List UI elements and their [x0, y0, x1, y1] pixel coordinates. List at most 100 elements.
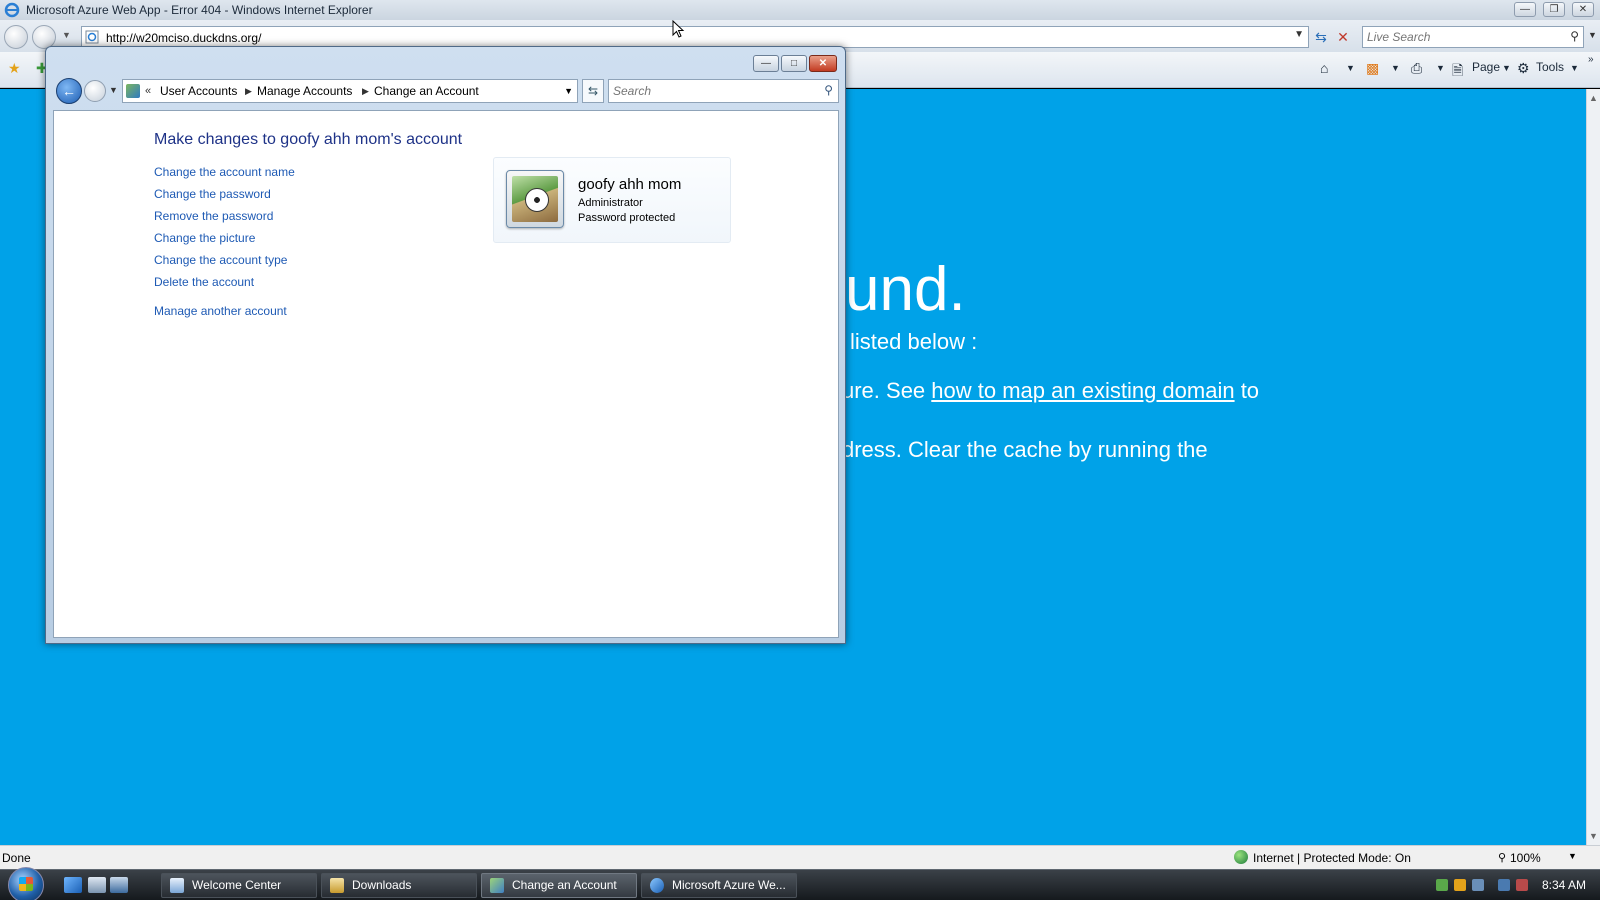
avatar — [506, 170, 564, 228]
page-title: Make changes to goofy ahh mom's account — [154, 131, 463, 148]
search-options-dropdown-icon[interactable]: ▼ — [1588, 30, 1597, 40]
chevron-more-icon[interactable]: » — [1588, 54, 1594, 65]
minimize-button[interactable]: — — [1514, 2, 1536, 17]
tray-security-icon[interactable] — [1436, 879, 1448, 891]
taskbar-button-internet-explorer[interactable]: Microsoft Azure We... — [641, 873, 797, 898]
back-arrow-icon[interactable]: ← — [56, 78, 82, 104]
tools-menu-button[interactable]: Tools — [1536, 60, 1564, 74]
address-field[interactable]: http://w20mciso.duckdns.org/ ▼ — [81, 26, 1309, 48]
quicklaunch-switch-windows-icon[interactable] — [110, 877, 128, 893]
taskbar-button-change-account[interactable]: Change an Account — [481, 873, 637, 898]
change-account-window: — □ ✕ ← ▼ « User Accounts ▶ Manage Accou… — [45, 46, 846, 644]
cp-navigation-bar: ← ▼ « User Accounts ▶ Manage Accounts ▶ … — [52, 77, 839, 107]
feeds-icon[interactable]: ▩ — [1366, 60, 1379, 77]
breadcrumb[interactable]: « User Accounts ▶ Manage Accounts ▶ Chan… — [122, 79, 578, 103]
tools-dropdown-icon[interactable]: ▼ — [1570, 63, 1579, 73]
breadcrumb-user-accounts[interactable]: User Accounts — [160, 80, 237, 102]
account-card: goofy ahh mom Administrator Password pro… — [493, 157, 731, 243]
breadcrumb-separator-icon[interactable]: ▶ — [362, 80, 369, 102]
cp-content-pane: Make changes to goofy ahh mom's account … — [53, 110, 839, 638]
restore-button[interactable]: ❐ — [1543, 2, 1565, 17]
breadcrumb-change-account[interactable]: Change an Account — [374, 80, 479, 102]
zoom-dropdown-icon[interactable]: ▼ — [1568, 851, 1577, 861]
system-tray: 8:34 AM — [1432, 870, 1600, 900]
recent-locations-dropdown-icon[interactable]: ▼ — [109, 85, 118, 95]
feeds-dropdown-icon[interactable]: ▼ — [1391, 63, 1400, 73]
breadcrumb-overflow-icon[interactable]: « — [145, 80, 151, 102]
close-button[interactable]: ✕ — [1572, 2, 1594, 17]
taskbar-button-downloads[interactable]: Downloads — [321, 873, 477, 898]
error-heading-fragment: und. — [845, 255, 966, 324]
print-dropdown-icon[interactable]: ▼ — [1436, 63, 1445, 73]
print-icon[interactable]: ⎙ — [1411, 60, 1422, 77]
tray-shield-icon[interactable] — [1454, 879, 1466, 891]
live-search-field[interactable]: ⚲ — [1362, 26, 1584, 48]
address-dropdown-icon[interactable]: ▼ — [1294, 29, 1304, 40]
zoom-level[interactable]: 100% — [1510, 851, 1541, 865]
map-domain-link[interactable]: how to map an existing domain — [931, 378, 1234, 403]
ie-title-bar: Microsoft Azure Web App - Error 404 - Wi… — [0, 0, 1600, 20]
quicklaunch-ie-icon[interactable] — [64, 877, 82, 893]
recent-pages-dropdown-icon[interactable]: ▼ — [62, 30, 71, 40]
cp-refresh-icon[interactable]: ⇆ — [582, 79, 604, 103]
cp-search-field[interactable]: ⚲ — [608, 79, 839, 103]
taskbar: Welcome Center Downloads Change an Accou… — [0, 867, 1600, 900]
zoom-magnifier-icon[interactable]: ⚲ — [1498, 851, 1506, 864]
clock[interactable]: 8:34 AM — [1542, 878, 1586, 892]
delete-account-link[interactable]: Delete the account — [154, 275, 254, 289]
cp-search-input[interactable] — [613, 83, 813, 99]
page-vertical-scrollbar[interactable]: ▲ ▼ — [1586, 89, 1600, 845]
page-menu-icon[interactable]: 🗎 — [1452, 60, 1463, 84]
breadcrumb-manage-accounts[interactable]: Manage Accounts — [257, 80, 352, 102]
search-icon[interactable]: ⚲ — [1570, 29, 1579, 43]
taskbar-button-label: Welcome Center — [192, 878, 282, 892]
cp-maximize-button[interactable]: □ — [781, 55, 807, 72]
change-password-link[interactable]: Change the password — [154, 187, 271, 201]
breadcrumb-dropdown-icon[interactable]: ▼ — [564, 80, 573, 102]
account-name: goofy ahh mom — [578, 176, 682, 193]
mouse-cursor-icon — [672, 20, 685, 38]
search-icon[interactable]: ⚲ — [824, 83, 833, 97]
favorites-star-icon[interactable]: ★ — [8, 60, 21, 77]
stop-icon[interactable]: ✕ — [1333, 27, 1353, 47]
control-panel-icon — [126, 84, 140, 98]
password-status: Password protected — [578, 212, 676, 224]
breadcrumb-separator-icon[interactable]: ▶ — [245, 80, 252, 102]
cp-minimize-button[interactable]: — — [753, 55, 779, 72]
security-zone-text[interactable]: Internet | Protected Mode: On — [1253, 851, 1411, 865]
change-account-name-link[interactable]: Change the account name — [154, 165, 295, 179]
folder-icon — [330, 878, 344, 893]
refresh-icon[interactable]: ⇆ — [1311, 27, 1331, 47]
error-text-line-2-suffix: to — [1234, 378, 1260, 403]
tray-app-icon[interactable] — [1472, 879, 1484, 891]
tools-gear-icon[interactable]: ⚙ — [1517, 60, 1530, 77]
taskbar-button-label: Downloads — [352, 878, 412, 892]
start-button[interactable] — [8, 867, 44, 900]
internet-explorer-icon — [4, 2, 20, 18]
change-picture-link[interactable]: Change the picture — [154, 231, 255, 245]
page-menu-button[interactable]: Page — [1472, 60, 1500, 74]
status-text: Done — [2, 851, 31, 865]
error-text-line-2-prefix: ure. See — [842, 378, 932, 403]
remove-password-link[interactable]: Remove the password — [154, 209, 273, 223]
tray-volume-muted-icon[interactable] — [1516, 879, 1528, 891]
taskbar-button-welcome-center[interactable]: Welcome Center — [161, 873, 317, 898]
home-dropdown-icon[interactable]: ▼ — [1346, 63, 1355, 73]
manage-another-account-link[interactable]: Manage another account — [154, 304, 287, 318]
page-icon — [85, 30, 99, 44]
scroll-up-icon[interactable]: ▲ — [1589, 93, 1598, 103]
user-accounts-icon — [490, 878, 504, 893]
tray-network-icon[interactable] — [1498, 879, 1510, 891]
home-icon[interactable]: ⌂ — [1320, 60, 1328, 76]
change-account-type-link[interactable]: Change the account type — [154, 253, 287, 267]
back-button[interactable] — [4, 25, 28, 49]
page-dropdown-icon[interactable]: ▼ — [1502, 63, 1511, 73]
error-text-line-2: ure. See how to map an existing domain t… — [842, 378, 1259, 404]
live-search-input[interactable] — [1367, 29, 1557, 45]
error-text-line-1: listed below : — [850, 329, 978, 354]
cp-close-button[interactable]: ✕ — [809, 55, 837, 72]
taskbar-button-label: Change an Account — [512, 878, 617, 892]
scroll-down-icon[interactable]: ▼ — [1589, 831, 1598, 841]
quicklaunch-show-desktop-icon[interactable] — [88, 877, 106, 893]
forward-arrow-icon[interactable] — [84, 80, 106, 102]
